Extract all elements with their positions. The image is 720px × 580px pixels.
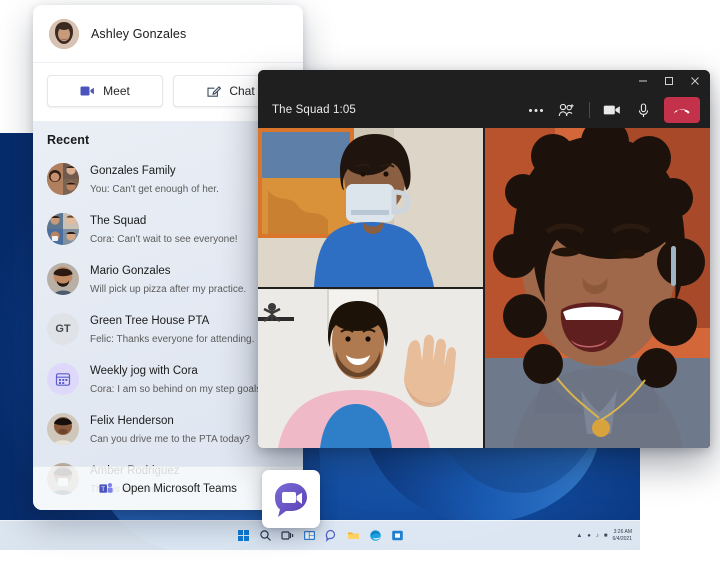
taskbar-icon-group: [237, 529, 404, 542]
widgets-icon[interactable]: [303, 529, 316, 542]
list-item-name: The Squad: [90, 215, 147, 227]
svg-text:T: T: [101, 486, 105, 493]
list-item-message: You: Can't get enough of her.: [90, 184, 219, 195]
chat-icon[interactable]: [325, 529, 338, 542]
list-item-name: Mario Gonzales: [90, 265, 171, 277]
avatar: [49, 18, 79, 49]
system-tray[interactable]: ▲ ● ♪ ■ 3:26 AM 6/4/2021: [576, 521, 632, 550]
task-view-icon[interactable]: [280, 529, 294, 542]
edge-icon[interactable]: [369, 529, 382, 542]
list-item-name: Gonzales Family: [90, 165, 176, 177]
store-icon[interactable]: [391, 529, 404, 542]
avatar: [47, 213, 79, 245]
network-icon[interactable]: ●: [587, 533, 591, 539]
teams-logo-icon: T: [99, 482, 113, 495]
meeting-title: The Squad 1:05: [272, 104, 356, 116]
meeting-toolbar: The Squad 1:05: [258, 92, 710, 128]
clock-date: 6/4/2021: [612, 536, 632, 542]
hang-up-button[interactable]: [664, 97, 700, 123]
meeting-window: The Squad 1:05: [258, 70, 710, 448]
list-item-message: Cora: I am so behind on my step goals.: [90, 384, 264, 395]
calendar-icon: [47, 363, 79, 395]
window-caption-bar: [258, 70, 710, 92]
file-explorer-icon[interactable]: [347, 529, 360, 542]
avatar-initials: GT: [47, 313, 79, 345]
camera-icon[interactable]: [598, 97, 626, 123]
video-camera-icon: [80, 85, 95, 97]
battery-icon[interactable]: ■: [604, 533, 608, 539]
video-grid-left-column: [258, 128, 483, 448]
compose-icon: [207, 85, 222, 98]
start-icon[interactable]: [237, 529, 250, 542]
avatar: [47, 413, 79, 445]
participant-tile-bottom-left[interactable]: [258, 289, 483, 448]
avatar: [47, 263, 79, 295]
minimize-button[interactable]: [630, 70, 656, 92]
teams-chat-bubble-icon: [271, 479, 311, 519]
microphone-icon[interactable]: [629, 97, 657, 123]
chat-button-label: Chat: [229, 84, 255, 98]
list-item-message: Can you drive me to the PTA today?: [90, 434, 250, 445]
close-button[interactable]: [682, 70, 708, 92]
video-grid: [258, 128, 710, 448]
list-item-name: Weekly jog with Cora: [90, 365, 198, 377]
teams-chat-popup-icon[interactable]: [262, 470, 320, 528]
toolbar-divider: [589, 102, 590, 118]
maximize-button[interactable]: [656, 70, 682, 92]
flyout-user-name: Ashley Gonzales: [91, 26, 187, 41]
list-item-message: Cora: Can't wait to see everyone!: [90, 234, 238, 245]
meeting-tool-group: [522, 97, 700, 123]
avatar: [47, 163, 79, 195]
add-people-icon[interactable]: [553, 97, 581, 123]
volume-icon[interactable]: ♪: [596, 533, 599, 539]
screenshot-root: ▲ ● ♪ ■ 3:26 AM 6/4/2021 Ashley Gonzales…: [0, 0, 720, 580]
avatar-initials-text: GT: [55, 323, 71, 335]
flyout-header: Ashley Gonzales: [33, 5, 303, 63]
participant-tile-top-left[interactable]: [258, 128, 483, 287]
participant-tile-right[interactable]: [485, 128, 710, 448]
clock[interactable]: 3:26 AM 6/4/2021: [613, 529, 632, 543]
more-options-icon[interactable]: [522, 97, 550, 123]
open-microsoft-teams-label: Open Microsoft Teams: [122, 482, 237, 495]
taskbar[interactable]: ▲ ● ♪ ■ 3:26 AM 6/4/2021: [0, 520, 640, 550]
chevron-up-icon[interactable]: ▲: [576, 533, 582, 539]
search-icon[interactable]: [259, 529, 272, 542]
meet-button-label: Meet: [103, 84, 130, 98]
clock-time: 3:26 AM: [613, 529, 632, 536]
list-item-name: Felix Henderson: [90, 415, 174, 427]
list-item-message: Felic: Thanks everyone for attending.: [90, 334, 255, 345]
list-item-message: Will pick up pizza after my practice.: [90, 284, 247, 295]
list-item-name: Green Tree House PTA: [90, 315, 210, 327]
meet-button[interactable]: Meet: [47, 75, 163, 107]
